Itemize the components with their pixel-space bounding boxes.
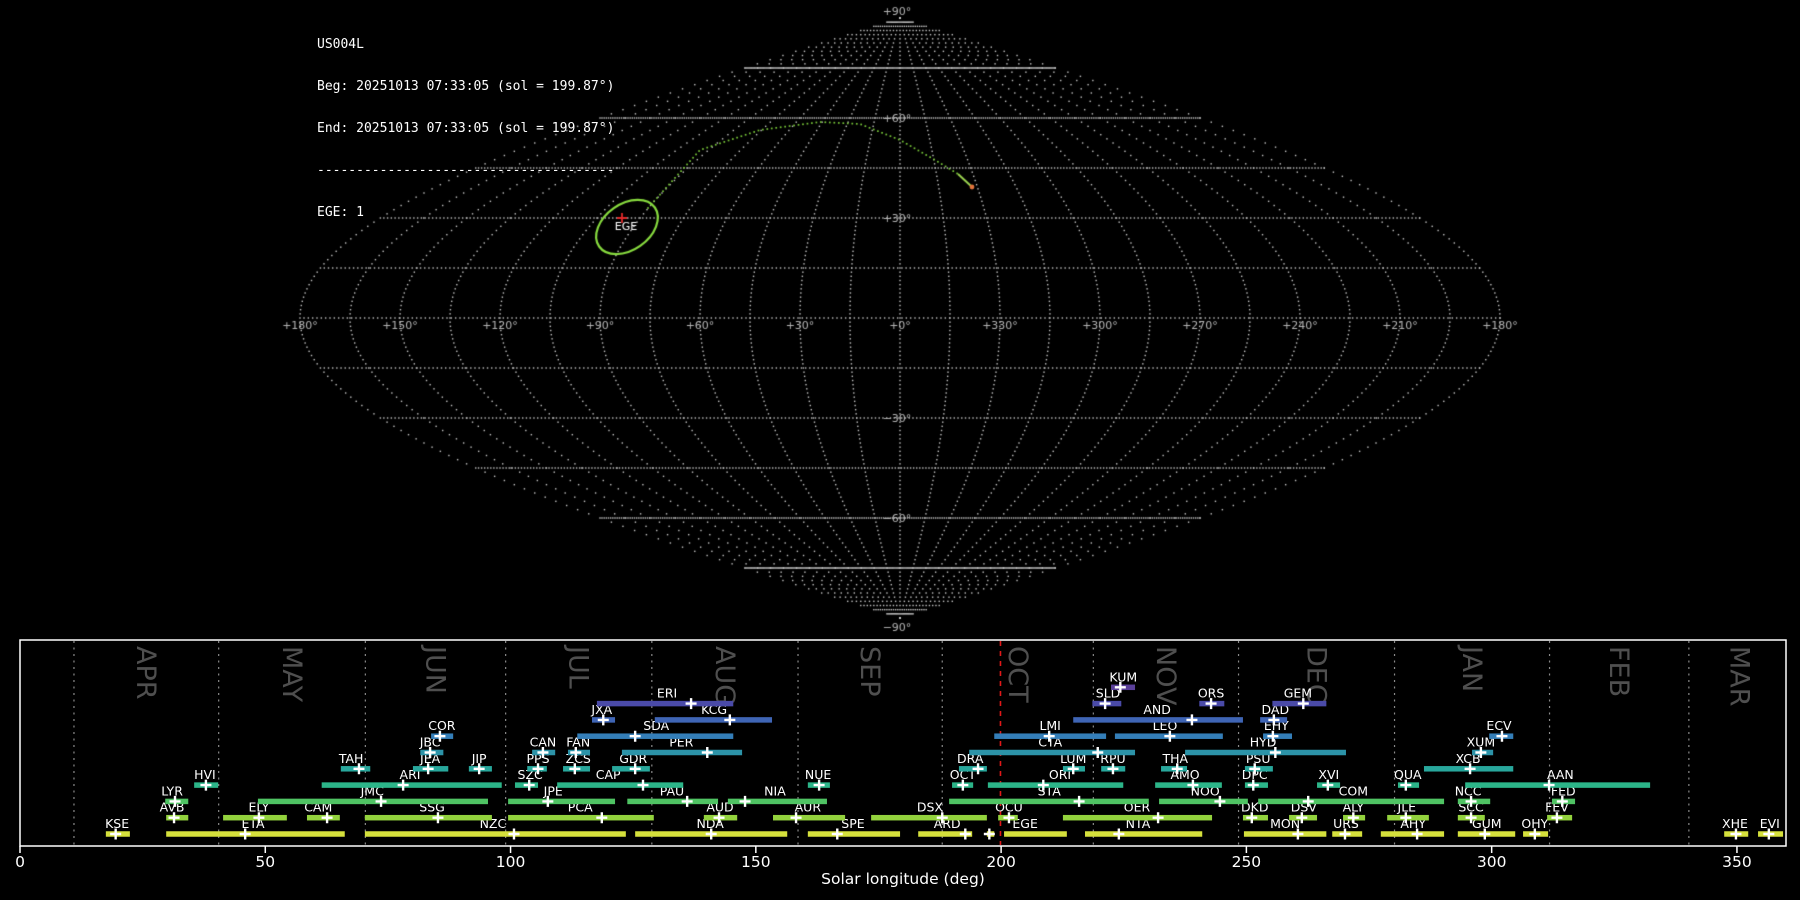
shower-label: NUE	[805, 767, 831, 782]
separator: --------------------------------------	[317, 163, 615, 178]
peak-marker	[739, 795, 751, 807]
peak-marker	[596, 812, 608, 824]
peak-marker	[701, 747, 713, 758]
shower-bar	[364, 831, 626, 837]
shower-label: KUM	[1109, 669, 1137, 684]
x-axis-title: Solar longitude (deg)	[821, 870, 985, 888]
shower-label: ORS	[1198, 686, 1225, 701]
month-label: AUG	[709, 646, 740, 705]
peak-marker	[1186, 714, 1198, 726]
shower-bar	[1258, 798, 1445, 805]
shower-label: LYR	[161, 783, 183, 798]
station-id: US004L	[317, 37, 364, 52]
peak-marker	[1073, 795, 1085, 807]
month-label: JAN	[1456, 644, 1487, 692]
shower-bar	[166, 831, 345, 837]
shower-bar	[508, 814, 654, 821]
shower-label: OHY	[1521, 816, 1548, 831]
shower-bar	[577, 733, 734, 739]
shower-label: COR	[428, 718, 456, 733]
shower-bar	[1084, 831, 1203, 837]
activity-timeline-chart: APR MAY JUN JUL AUG SEP OCT NOV DEC JAN FEB MARKSE E…	[15, 639, 1787, 888]
shower-bar	[508, 798, 616, 805]
shower-label: GEM	[1284, 686, 1312, 701]
shower-bar	[1159, 798, 1248, 805]
month-label: SEP	[854, 646, 885, 696]
peak-marker	[629, 730, 641, 742]
shower-bar	[1004, 831, 1067, 837]
peak-marker	[1113, 828, 1125, 840]
shower-label: JIP	[471, 751, 487, 766]
month-label: JUN	[420, 644, 451, 694]
month-label: NOV	[1150, 646, 1181, 706]
month-label: APR	[130, 646, 161, 700]
axis-tick-label: 300	[1477, 853, 1507, 871]
shower-bar	[1062, 814, 1213, 821]
shower-label: QUA	[1394, 767, 1422, 782]
month-label: JUL	[563, 644, 594, 689]
axis-tick-label: 350	[1722, 853, 1752, 871]
shower-label: DSX	[917, 800, 944, 815]
axis-tick-label: 100	[496, 853, 526, 871]
peak-marker	[1152, 812, 1164, 824]
shower-label: NIA	[764, 783, 786, 798]
info-header: US004L Beg: 20251013 07:33:05 (sol = 199…	[317, 10, 614, 248]
shower-bar	[321, 782, 502, 788]
axis-tick-label: 50	[255, 853, 275, 871]
meteor-shower-plot: APR MAY JUN JUL AUG SEP OCT NOV DEC JAN FEB MAR KSE E…	[0, 0, 1800, 900]
peak-marker	[637, 779, 649, 791]
peak-marker	[983, 828, 995, 840]
shower-label: XVI	[1318, 767, 1339, 782]
shower-bar	[1243, 831, 1327, 837]
shower-bar	[596, 700, 734, 707]
begin-time: Beg: 20251013 07:33:05 (sol = 199.87°)	[317, 79, 615, 94]
peak-marker	[508, 828, 520, 840]
shower-bar	[949, 798, 1149, 805]
shower-bar	[627, 798, 719, 805]
shower-label: XHE	[1722, 816, 1748, 831]
shower-label: COM	[1339, 783, 1368, 798]
shower-label: HVI	[194, 767, 216, 782]
peak-marker	[685, 698, 697, 710]
shower-label: ECV	[1486, 718, 1512, 733]
shower-bar	[257, 798, 488, 805]
shower-bar	[654, 717, 773, 723]
shower-label: CAN	[530, 735, 557, 750]
axis-tick-label: 250	[1232, 853, 1262, 871]
shower-label: LMI	[1039, 718, 1060, 733]
shower-bar	[807, 831, 901, 837]
shower-label: EVI	[1760, 816, 1780, 831]
shower-label: THA	[1161, 751, 1188, 766]
shower-label: TAH	[338, 751, 364, 766]
peak-marker	[959, 828, 971, 840]
shower-bar	[557, 782, 684, 788]
end-time: End: 20251013 07:33:05 (sol = 199.87°)	[317, 121, 615, 136]
shower-bar	[871, 814, 987, 821]
shower-bar	[1073, 717, 1243, 723]
shower-bar	[1185, 749, 1346, 756]
shower-label: AND	[1143, 702, 1171, 717]
axis-tick-label: 200	[986, 853, 1016, 871]
shower-label: AAN	[1547, 767, 1574, 782]
month-label: FEB	[1603, 646, 1634, 697]
month-label: MAR	[1723, 646, 1754, 707]
shower-label: KSE	[105, 816, 129, 831]
shower-label: ERI	[657, 686, 677, 701]
shower-bar	[987, 782, 1124, 788]
shower-bar	[364, 814, 492, 821]
shower-bar	[1465, 782, 1651, 788]
shower-bar	[621, 749, 743, 756]
axis-tick-label: 0	[15, 853, 25, 871]
shower-bar	[969, 749, 1136, 756]
ege-count: EGE: 1	[317, 205, 364, 220]
shower-bar	[773, 814, 846, 821]
month-label: OCT	[1002, 646, 1033, 703]
axis-tick-label: 150	[741, 853, 771, 871]
month-label: MAY	[276, 646, 307, 703]
